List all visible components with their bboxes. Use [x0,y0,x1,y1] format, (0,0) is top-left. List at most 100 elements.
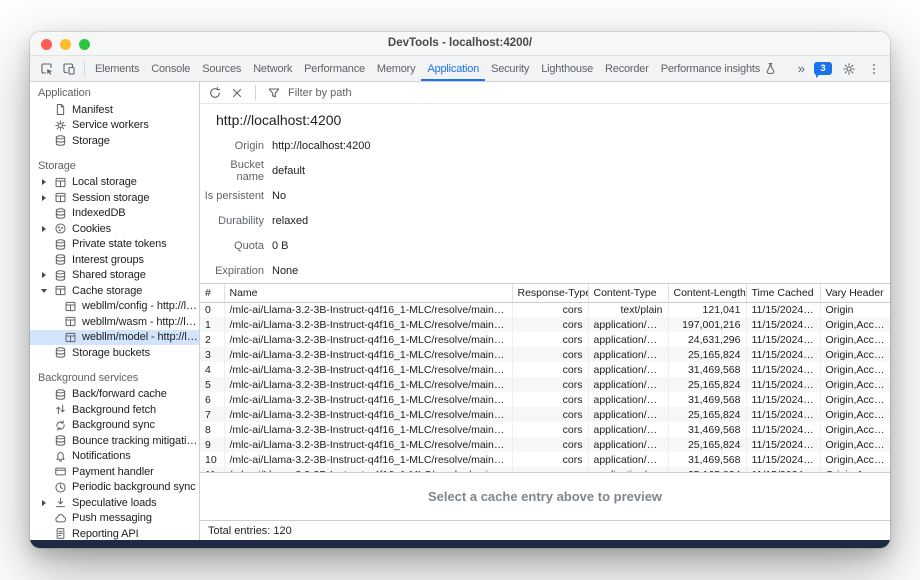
cell-content-type: application/oc… [588,347,668,362]
expand-arrow-icon[interactable] [42,226,46,232]
sidebar-item-push-messaging[interactable]: Push messaging [30,511,199,527]
expand-arrow-icon[interactable] [42,272,46,278]
expand-arrow-icon[interactable] [42,195,46,201]
sidebar-item-label: Cookies [72,223,111,235]
sidebar-item-indexeddb[interactable]: IndexedDB [30,206,199,222]
sidebar-item-shared-storage[interactable]: Shared storage [30,268,199,284]
sidebar-item-service-workers[interactable]: Service workers [30,118,199,134]
sidebar-item-background-fetch[interactable]: Background fetch [30,402,199,418]
sidebar-item-notifications[interactable]: Notifications [30,449,199,465]
sidebar-item-local-storage[interactable]: Local storage [30,175,199,191]
table-row[interactable]: 6/mlc-ai/Llama-3.2-3B-Instruct-q4f16_1-M… [200,392,890,407]
sidebar-item-storage[interactable]: Storage [30,133,199,149]
tab-label: Memory [377,63,416,75]
tab-sources[interactable]: Sources [196,56,247,81]
table-row[interactable]: 2/mlc-ai/Llama-3.2-3B-Instruct-q4f16_1-M… [200,332,890,347]
device-toolbar-icon[interactable] [61,61,77,77]
column-header-vary-header[interactable]: Vary Header [820,284,890,302]
settings-gear-icon[interactable] [841,61,857,77]
tab-network[interactable]: Network [247,56,298,81]
column-header-response-type[interactable]: Response-Type [512,284,588,302]
table-row[interactable]: 1/mlc-ai/Llama-3.2-3B-Instruct-q4f16_1-M… [200,317,890,332]
tab-security[interactable]: Security [485,56,535,81]
tab-performance[interactable]: Performance [298,56,371,81]
table-row[interactable]: 5/mlc-ai/Llama-3.2-3B-Instruct-q4f16_1-M… [200,377,890,392]
cell-vary-header: Origin,Access… [820,317,890,332]
tab-performance-insights[interactable]: Performance insights [655,56,783,81]
filter-by-path-input[interactable] [288,87,508,99]
table-row[interactable]: 8/mlc-ai/Llama-3.2-3B-Instruct-q4f16_1-M… [200,422,890,437]
table-row[interactable]: 3/mlc-ai/Llama-3.2-3B-Instruct-q4f16_1-M… [200,347,890,362]
sidebar-item-interest-groups[interactable]: Interest groups [30,252,199,268]
sidebar-item-background-sync[interactable]: Background sync [30,418,199,434]
sidebar-item-reporting-api[interactable]: Reporting API [30,526,199,540]
cell-time-cached: 11/15/2024, 10… [746,362,820,377]
table-icon [64,315,77,328]
column-header-content-type[interactable]: Content-Type [588,284,668,302]
close-window-button[interactable] [41,39,52,50]
cell-content-length: 25,165,824 [668,347,746,362]
delete-selected-icon[interactable] [229,85,245,101]
cell-time-cached: 11/15/2024, 10… [746,407,820,422]
more-options-icon[interactable] [866,61,882,77]
sidebar-item-cookies[interactable]: Cookies [30,221,199,237]
zoom-window-button[interactable] [79,39,90,50]
tab-memory[interactable]: Memory [371,56,422,81]
table-row[interactable]: 0/mlc-ai/Llama-3.2-3B-Instruct-q4f16_1-M… [200,302,890,317]
column-header-content-length[interactable]: Content-Length [668,284,746,302]
sidebar-item-bounce-tracking-mitigations[interactable]: Bounce tracking mitigations [30,433,199,449]
expand-arrow-icon[interactable] [42,500,46,506]
bell-icon [54,450,67,463]
table-header-row: #NameResponse-TypeContent-TypeContent-Le… [200,284,890,302]
database-icon [54,253,67,266]
column-header-time-cached[interactable]: Time Cached [746,284,820,302]
sidebar-item-back-forward-cache[interactable]: Back/forward cache [30,387,199,403]
more-tabs-button[interactable]: » [798,62,805,75]
column-header-index[interactable]: # [200,284,224,302]
tab-label: Recorder [605,63,649,75]
tab-elements[interactable]: Elements [89,56,145,81]
sidebar-item-cache-storage[interactable]: Cache storage [30,283,199,299]
expand-arrow-icon[interactable] [42,179,46,185]
cache-toolbar [200,82,890,104]
cell-vary-header: Origin,Access… [820,377,890,392]
collapse-arrow-icon[interactable] [41,289,47,293]
column-header-name[interactable]: Name [224,284,512,302]
sidebar-item-manifest[interactable]: Manifest [30,102,199,118]
cell-content-length: 121,041 [668,302,746,317]
metadata-row: Is persistentNo [200,183,890,208]
sidebar-item-payment-handler[interactable]: Payment handler [30,464,199,480]
sidebar-item-speculative-loads[interactable]: Speculative loads [30,495,199,511]
table-row[interactable]: 7/mlc-ai/Llama-3.2-3B-Instruct-q4f16_1-M… [200,407,890,422]
table-icon [54,191,67,204]
console-messages-badge[interactable]: 3 [814,62,832,75]
table-row[interactable]: 9/mlc-ai/Llama-3.2-3B-Instruct-q4f16_1-M… [200,437,890,452]
inspect-element-icon[interactable] [39,61,55,77]
sidebar-item-label: Payment handler [72,466,154,478]
tab-recorder[interactable]: Recorder [599,56,655,81]
sidebar-item-webllm-model[interactable]: webllm/model - http://loc… [30,330,199,346]
sidebar-section-title: Background services [30,369,199,387]
metadata-row: Quota0 B [200,233,890,258]
table-row[interactable]: 10/mlc-ai/Llama-3.2-3B-Instruct-q4f16_1-… [200,452,890,467]
sidebar-item-storage-buckets[interactable]: Storage buckets [30,345,199,361]
cell-name: /mlc-ai/Llama-3.2-3B-Instruct-q4f16_1-ML… [224,392,512,407]
sidebar-item-label: Private state tokens [72,238,167,250]
sidebar-item-label: IndexedDB [72,207,126,219]
metadata-value: default [272,165,305,177]
sidebar-item-label: Shared storage [72,269,146,281]
refresh-icon[interactable] [207,85,223,101]
sidebar-item-webllm-config[interactable]: webllm/config - http://loc… [30,299,199,315]
tab-lighthouse[interactable]: Lighthouse [535,56,599,81]
tab-application[interactable]: Application [421,56,485,81]
traffic-lights [41,39,90,50]
table-row[interactable]: 4/mlc-ai/Llama-3.2-3B-Instruct-q4f16_1-M… [200,362,890,377]
tab-console[interactable]: Console [145,56,196,81]
sidebar-item-webllm-wasm[interactable]: webllm/wasm - http://loca… [30,314,199,330]
database-icon [54,134,67,147]
minimize-window-button[interactable] [60,39,71,50]
sidebar-item-periodic-background-sync[interactable]: Periodic background sync [30,480,199,496]
sidebar-item-session-storage[interactable]: Session storage [30,190,199,206]
sidebar-item-private-state-tokens[interactable]: Private state tokens [30,237,199,253]
cell-content-type: application/oc… [588,407,668,422]
